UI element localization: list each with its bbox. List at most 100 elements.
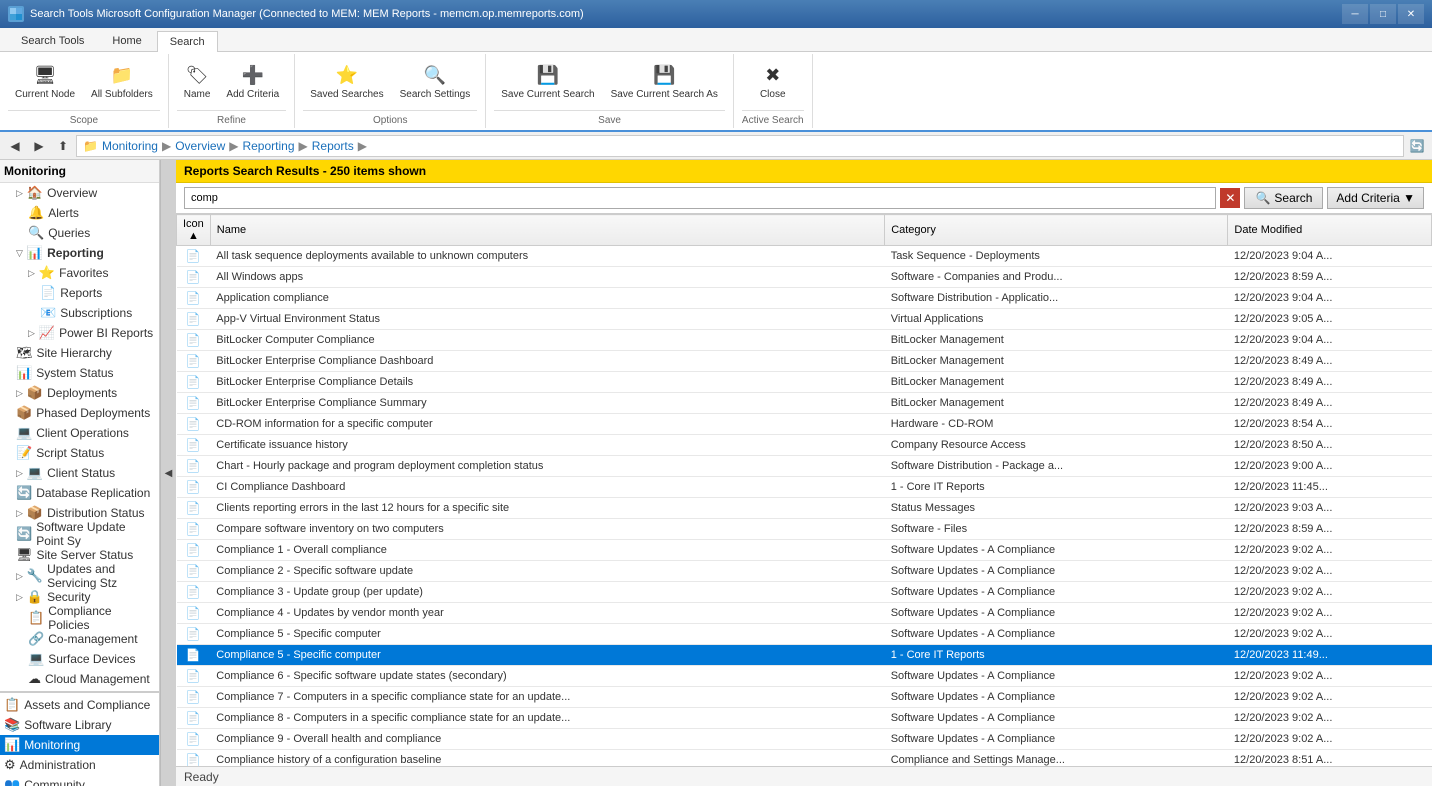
sidebar-item-surface-devices[interactable]: 💻 Surface Devices [0, 649, 159, 669]
breadcrumb-monitoring[interactable]: Monitoring [102, 139, 158, 153]
save-current-label: Save Current Search [501, 89, 594, 101]
table-row[interactable]: 📄 Compliance 5 - Specific computer 1 - C… [177, 645, 1432, 666]
table-row[interactable]: 📄 Compliance 1 - Overall compliance Soft… [177, 540, 1432, 561]
sidebar-item-script-status[interactable]: 📝 Script Status [0, 443, 159, 463]
col-date[interactable]: Date Modified [1228, 215, 1432, 246]
table-row[interactable]: 📄 BitLocker Enterprise Compliance Detail… [177, 372, 1432, 393]
table-row[interactable]: 📄 Compliance 4 - Updates by vendor month… [177, 603, 1432, 624]
sidebar-item-db-replication[interactable]: 🔄 Database Replication [0, 483, 159, 503]
table-row[interactable]: 📄 BitLocker Enterprise Compliance Dashbo… [177, 351, 1432, 372]
sidebar-item-software-library[interactable]: 📚 Software Library [0, 715, 159, 735]
sidebar-item-favorites[interactable]: ▷ ⭐ Favorites [0, 263, 159, 283]
sidebar-item-software-update[interactable]: 🔄 Software Update Point Sy [0, 523, 159, 545]
sidebar-item-powerbi[interactable]: ▷ 📈 Power BI Reports [0, 323, 159, 343]
all-subfolders-button[interactable]: 📁 All Subfolders [84, 58, 160, 106]
back-button[interactable]: ◀ [4, 135, 26, 157]
table-row[interactable]: 📄 Compliance 5 - Specific computer Softw… [177, 624, 1432, 645]
table-row[interactable]: 📄 Compliance 8 - Computers in a specific… [177, 708, 1432, 729]
distribution-status-label: Distribution Status [47, 506, 144, 520]
sidebar-item-queries[interactable]: 🔍 Queries [0, 223, 159, 243]
report-icon: 📄 [185, 479, 201, 495]
row-name: CI Compliance Dashboard [210, 477, 884, 498]
search-clear-button[interactable]: ✕ [1220, 188, 1240, 208]
breadcrumb: 📁 Monitoring ▶ Overview ▶ Reporting ▶ Re… [76, 135, 1404, 157]
current-node-button[interactable]: 🖥 Current Node [8, 58, 82, 106]
row-category: Software Distribution - Package a... [885, 456, 1228, 477]
table-row[interactable]: 📄 CD-ROM information for a specific comp… [177, 414, 1432, 435]
sidebar-item-reporting[interactable]: ▽ 📊 Reporting [0, 243, 159, 263]
sidebar-item-overview[interactable]: ▷ 🏠 Overview [0, 183, 159, 203]
table-row[interactable]: 📄 Chart - Hourly package and program dep… [177, 456, 1432, 477]
sidebar-item-deployments[interactable]: ▷ 📦 Deployments [0, 383, 159, 403]
sidebar-item-cloud-management[interactable]: ☁ Cloud Management [0, 669, 159, 689]
row-name: BitLocker Enterprise Compliance Dashboar… [210, 351, 884, 372]
table-row[interactable]: 📄 App-V Virtual Environment Status Virtu… [177, 309, 1432, 330]
table-row[interactable]: 📄 Compliance 3 - Update group (per updat… [177, 582, 1432, 603]
saved-searches-button[interactable]: ⭐ Saved Searches [303, 58, 390, 106]
table-row[interactable]: 📄 All Windows apps Software - Companies … [177, 267, 1432, 288]
close-search-button[interactable]: ✖ Close [753, 58, 793, 106]
up-button[interactable]: ⬆ [52, 135, 74, 157]
results-header: Reports Search Results - 250 items shown [176, 160, 1432, 183]
add-criteria-button[interactable]: Add Criteria ▼ [1327, 187, 1424, 209]
add-criteria-ribbon-button[interactable]: ➕ Add Criteria [219, 58, 286, 106]
sidebar-item-administration[interactable]: ⚙ Administration [0, 755, 159, 775]
breadcrumb-overview[interactable]: Overview [175, 139, 225, 153]
sidebar-item-system-status[interactable]: 📊 System Status [0, 363, 159, 383]
col-category[interactable]: Category [885, 215, 1228, 246]
tab-search-tools[interactable]: Search Tools [8, 30, 97, 51]
title-controls[interactable]: ─ □ ✕ [1342, 4, 1424, 24]
table-row[interactable]: 📄 BitLocker Computer Compliance BitLocke… [177, 330, 1432, 351]
row-name: App-V Virtual Environment Status [210, 309, 884, 330]
row-name: BitLocker Computer Compliance [210, 330, 884, 351]
sidebar-item-alerts[interactable]: 🔔 Alerts [0, 203, 159, 223]
refresh-button[interactable]: 🔄 [1406, 135, 1428, 157]
sidebar-item-site-hierarchy[interactable]: 🗺 Site Hierarchy [0, 343, 159, 363]
table-row[interactable]: 📄 Compare software inventory on two comp… [177, 519, 1432, 540]
sidebar-item-co-management[interactable]: 🔗 Co-management [0, 629, 159, 649]
phased-label: Phased Deployments [36, 406, 150, 420]
maximize-button[interactable]: □ [1370, 4, 1396, 24]
sidebar-item-updates-servicing[interactable]: ▷ 🔧 Updates and Servicing Stz [0, 565, 159, 587]
minimize-button[interactable]: ─ [1342, 4, 1368, 24]
table-row[interactable]: 📄 Compliance history of a configuration … [177, 750, 1432, 767]
add-criteria-icon: ➕ [241, 63, 265, 87]
row-icon-cell: 📄 [177, 246, 211, 267]
tab-home[interactable]: Home [99, 30, 154, 51]
save-current-search-button[interactable]: 💾 Save Current Search [494, 58, 601, 106]
name-button[interactable]: 🏷 Name [177, 58, 218, 106]
search-go-button[interactable]: 🔍 Search [1244, 187, 1323, 209]
report-icon: 📄 [185, 437, 201, 453]
save-current-as-button[interactable]: 💾 Save Current Search As [604, 58, 725, 106]
table-row[interactable]: 📄 Compliance 9 - Overall health and comp… [177, 729, 1432, 750]
sidebar-item-community[interactable]: 👥 Community [0, 775, 159, 786]
table-row[interactable]: 📄 Clients reporting errors in the last 1… [177, 498, 1432, 519]
sidebar-item-compliance-policies[interactable]: 📋 Compliance Policies [0, 607, 159, 629]
breadcrumb-reporting[interactable]: Reporting [242, 139, 294, 153]
sidebar-item-reports[interactable]: 📄 Reports [0, 283, 159, 303]
nav-collapse-button[interactable]: ◀ [160, 160, 176, 786]
table-row[interactable]: 📄 Compliance 7 - Computers in a specific… [177, 687, 1432, 708]
search-settings-button[interactable]: 🔍 Search Settings [393, 58, 478, 106]
table-row[interactable]: 📄 CI Compliance Dashboard 1 - Core IT Re… [177, 477, 1432, 498]
sidebar-item-client-ops[interactable]: 💻 Client Operations [0, 423, 159, 443]
tab-search[interactable]: Search [157, 31, 218, 52]
table-row[interactable]: 📄 Compliance 6 - Specific software updat… [177, 666, 1432, 687]
forward-button[interactable]: ▶ [28, 135, 50, 157]
sidebar-item-phased[interactable]: 📦 Phased Deployments [0, 403, 159, 423]
table-row[interactable]: 📄 Application compliance Software Distri… [177, 288, 1432, 309]
col-icon[interactable]: Icon ▲ [177, 215, 211, 246]
row-category: 1 - Core IT Reports [885, 477, 1228, 498]
sidebar-item-client-status[interactable]: ▷ 💻 Client Status [0, 463, 159, 483]
table-row[interactable]: 📄 BitLocker Enterprise Compliance Summar… [177, 393, 1432, 414]
table-row[interactable]: 📄 All task sequence deployments availabl… [177, 246, 1432, 267]
table-row[interactable]: 📄 Certificate issuance history Company R… [177, 435, 1432, 456]
table-row[interactable]: 📄 Compliance 2 - Specific software updat… [177, 561, 1432, 582]
sidebar-item-subscriptions[interactable]: 📧 Subscriptions [0, 303, 159, 323]
sidebar-item-monitoring[interactable]: 📊 Monitoring [0, 735, 159, 755]
breadcrumb-reports[interactable]: Reports [312, 139, 354, 153]
sidebar-item-assets[interactable]: 📋 Assets and Compliance [0, 695, 159, 715]
search-input[interactable] [184, 187, 1216, 209]
col-name[interactable]: Name [210, 215, 884, 246]
close-button[interactable]: ✕ [1398, 4, 1424, 24]
